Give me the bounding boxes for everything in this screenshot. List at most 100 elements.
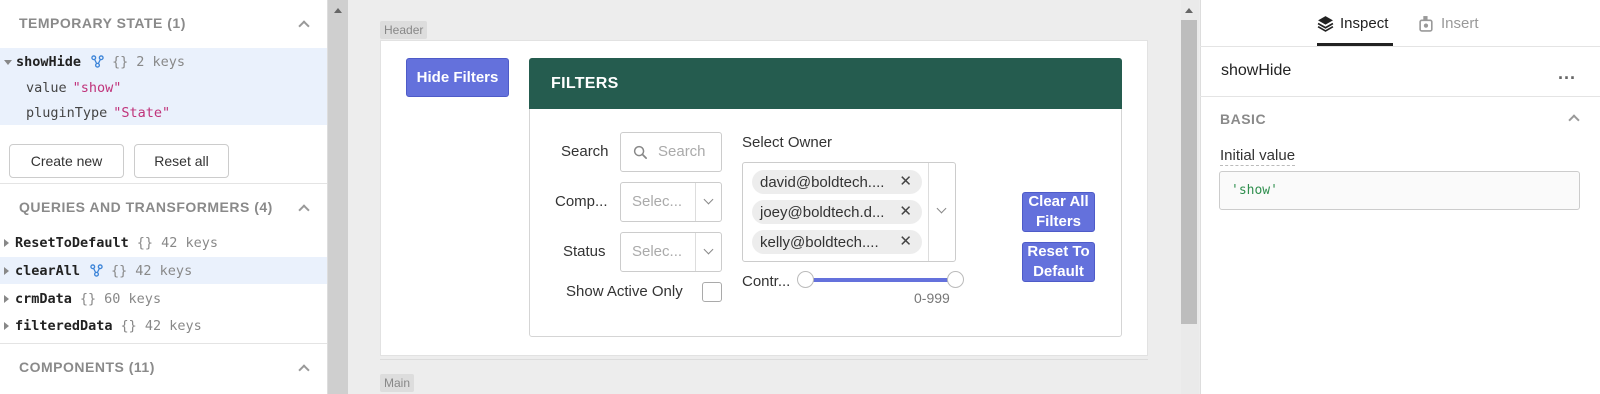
company-placeholder: Selec... bbox=[632, 193, 683, 210]
queries-header[interactable]: QUERIES AND TRANSFORMERS (4) bbox=[0, 184, 327, 230]
owner-chip-label: kelly@boldtech.... bbox=[760, 233, 879, 251]
expand-triangle-icon[interactable] bbox=[4, 321, 9, 330]
collapse-chevron-icon[interactable] bbox=[298, 202, 308, 212]
owner-chip[interactable]: david@boldtech.... ✕ bbox=[752, 170, 922, 194]
status-placeholder: Selec... bbox=[632, 243, 683, 260]
query-item-crmdata[interactable]: crmData {} 60 keys bbox=[0, 285, 327, 312]
chevron-down-icon[interactable] bbox=[936, 203, 947, 214]
select-divider bbox=[928, 163, 929, 261]
expand-triangle-icon[interactable] bbox=[4, 60, 12, 65]
chevron-down-icon[interactable] bbox=[703, 244, 714, 255]
query-item-name: ResetToDefault bbox=[15, 234, 129, 251]
search-input[interactable]: Search bbox=[620, 132, 722, 172]
prop-value: "show" bbox=[72, 79, 122, 96]
prop-value: "State" bbox=[113, 104, 171, 121]
header-frame-tag: Header bbox=[380, 21, 428, 39]
divider bbox=[1200, 96, 1600, 97]
expand-triangle-icon[interactable] bbox=[4, 266, 9, 275]
query-item-resettodefault[interactable]: ResetToDefault {} 42 keys bbox=[0, 229, 327, 256]
owner-chip[interactable]: joey@boldtech.d... ✕ bbox=[752, 200, 922, 224]
select-divider bbox=[695, 233, 696, 271]
tab-label: Insert bbox=[1441, 14, 1479, 32]
key-count: 2 keys bbox=[136, 53, 186, 70]
clear-all-filters-button[interactable]: Clear All Filters bbox=[1022, 192, 1095, 232]
scroll-up-arrow-icon[interactable] bbox=[334, 8, 342, 13]
state-item-name: showHide bbox=[16, 53, 82, 70]
show-active-checkbox[interactable] bbox=[702, 282, 722, 302]
dependency-graph-icon[interactable] bbox=[91, 55, 104, 68]
initial-value-label: Initial value bbox=[1220, 147, 1296, 166]
select-divider bbox=[695, 183, 696, 221]
temporary-state-header[interactable]: TEMPORARY STATE (1) bbox=[0, 0, 327, 46]
main-frame-tag: Main bbox=[380, 374, 415, 392]
chevron-down-icon[interactable] bbox=[703, 194, 714, 205]
insert-component-icon bbox=[1419, 15, 1433, 32]
expand-triangle-icon[interactable] bbox=[4, 294, 9, 303]
temporary-state-title: TEMPORARY STATE (1) bbox=[19, 15, 186, 31]
reset-to-default-button[interactable]: Reset To Default bbox=[1022, 242, 1095, 282]
key-count: 42 keys bbox=[161, 234, 218, 251]
tab-label: Inspect bbox=[1340, 14, 1389, 32]
tab-insert[interactable]: Insert bbox=[1418, 12, 1479, 34]
search-placeholder: Search bbox=[658, 143, 706, 160]
remove-chip-icon[interactable]: ✕ bbox=[899, 202, 912, 220]
search-icon bbox=[633, 145, 647, 159]
layers-icon bbox=[1317, 15, 1334, 32]
canvas-left-scrollbar[interactable] bbox=[328, 0, 348, 394]
status-select[interactable]: Selec... bbox=[620, 232, 722, 272]
object-braces: {} bbox=[112, 53, 129, 70]
tab-inspect[interactable]: Inspect bbox=[1317, 12, 1388, 34]
contract-label: Contr... bbox=[742, 273, 791, 290]
query-item-clearall[interactable]: clearAll {} 42 keys bbox=[0, 257, 327, 284]
state-prop-row: pluginType "State" bbox=[0, 100, 327, 125]
key-count: 60 keys bbox=[104, 290, 162, 307]
status-label: Status bbox=[563, 243, 606, 260]
range-value-text: 0-999 bbox=[914, 290, 950, 306]
remove-chip-icon[interactable]: ✕ bbox=[899, 232, 912, 250]
show-active-label: Show Active Only bbox=[566, 283, 683, 300]
state-item-showhide[interactable]: showHide {} 2 keys bbox=[0, 48, 327, 75]
query-item-name: crmData bbox=[15, 290, 72, 307]
state-explorer-panel: TEMPORARY STATE (1) showHide {} 2 keys v… bbox=[0, 0, 328, 394]
range-slider-track[interactable] bbox=[807, 278, 957, 282]
owner-chip-label: david@boldtech.... bbox=[760, 173, 885, 191]
component-name: showHide bbox=[1221, 62, 1292, 79]
initial-value-text: 'show' bbox=[1231, 183, 1278, 198]
object-braces: {} bbox=[111, 262, 128, 279]
components-header[interactable]: COMPONENTS (11) bbox=[0, 344, 327, 390]
prop-key: pluginType bbox=[26, 104, 108, 121]
range-slider-max-handle[interactable] bbox=[947, 271, 964, 288]
dependency-graph-icon[interactable] bbox=[90, 264, 103, 277]
collapse-chevron-icon[interactable] bbox=[298, 362, 308, 372]
company-select[interactable]: Selec... bbox=[620, 182, 722, 222]
object-braces: {} bbox=[79, 290, 97, 307]
object-braces: {} bbox=[136, 234, 154, 251]
range-slider-min-handle[interactable] bbox=[797, 271, 814, 288]
create-new-button[interactable]: Create new bbox=[9, 144, 124, 178]
state-prop-row: value "show" bbox=[0, 75, 327, 100]
expand-triangle-icon[interactable] bbox=[4, 238, 9, 247]
query-item-name: clearAll bbox=[15, 262, 81, 279]
collapse-chevron-icon[interactable] bbox=[1568, 112, 1578, 122]
query-item-name: filteredData bbox=[15, 317, 113, 334]
components-title: COMPONENTS (11) bbox=[19, 359, 155, 375]
object-braces: {} bbox=[120, 317, 137, 334]
collapse-chevron-icon[interactable] bbox=[298, 18, 308, 28]
scrollbar-thumb[interactable] bbox=[1181, 20, 1197, 324]
more-menu-icon[interactable]: ... bbox=[1558, 63, 1576, 84]
filters-title: FILTERS bbox=[551, 74, 619, 92]
reset-all-button[interactable]: Reset all bbox=[134, 144, 229, 178]
hide-filters-button[interactable]: Hide Filters bbox=[406, 58, 509, 97]
key-count: 42 keys bbox=[144, 317, 202, 334]
key-count: 42 keys bbox=[135, 262, 193, 279]
prop-key: value bbox=[26, 79, 67, 96]
initial-value-input[interactable]: 'show' bbox=[1219, 171, 1580, 210]
owner-chip-label: joey@boldtech.d... bbox=[760, 203, 885, 221]
owner-chip[interactable]: kelly@boldtech.... ✕ bbox=[752, 230, 922, 254]
main-frame-border bbox=[380, 359, 1148, 360]
filters-header: FILTERS bbox=[529, 58, 1122, 109]
company-label: Comp... bbox=[555, 193, 608, 210]
scroll-up-arrow-icon[interactable] bbox=[1185, 8, 1193, 13]
remove-chip-icon[interactable]: ✕ bbox=[899, 172, 912, 190]
query-item-filtereddata[interactable]: filteredData {} 42 keys bbox=[0, 312, 327, 339]
